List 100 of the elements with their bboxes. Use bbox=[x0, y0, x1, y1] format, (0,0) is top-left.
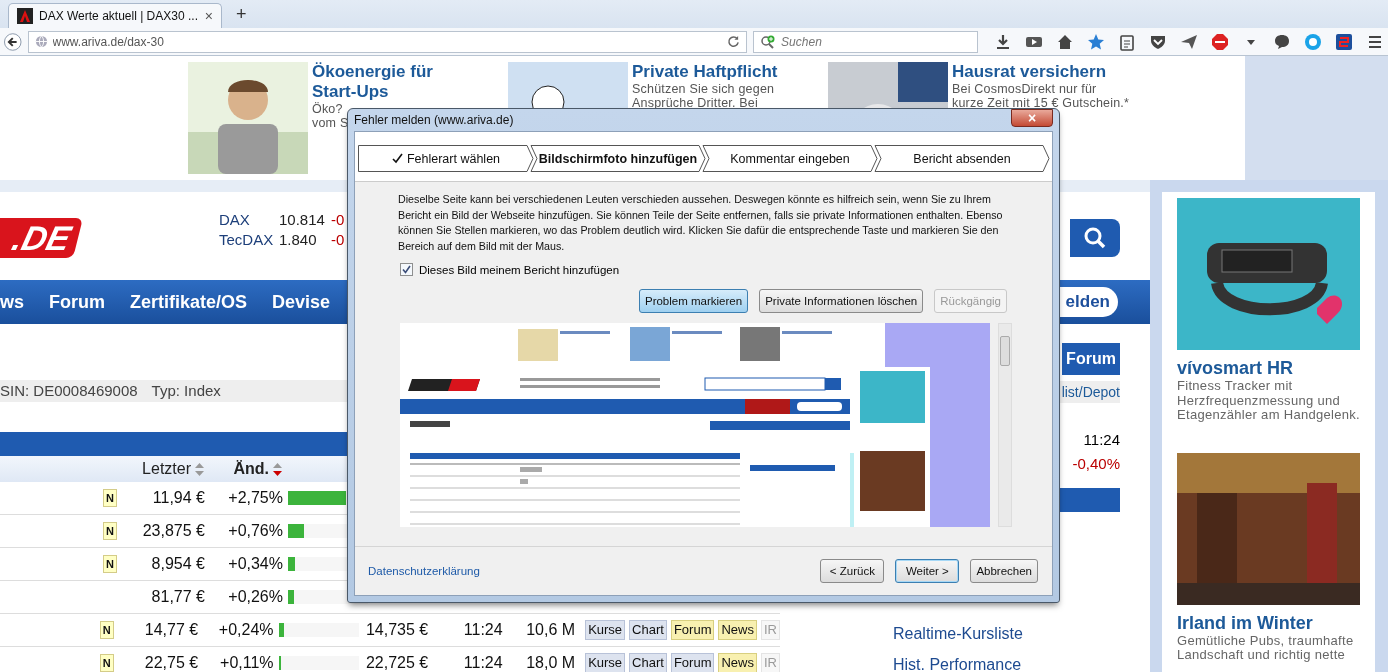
table-cell: 14,77 € bbox=[144, 621, 199, 639]
table-cell: +0,76% bbox=[228, 522, 283, 540]
news-badge[interactable]: N bbox=[103, 555, 117, 573]
quote-change: -0,40% bbox=[1071, 454, 1120, 474]
download-icon[interactable] bbox=[994, 32, 1012, 51]
table-cell: +0,11% bbox=[220, 654, 274, 672]
forum-tab[interactable]: Forum bbox=[1062, 343, 1120, 375]
index-name[interactable]: TecDAX bbox=[219, 230, 279, 250]
description-text: Dieselbe Seite kann bei verschiedenen Leuten verschieden aussehen. Deswegen könnte es hilfreich sein, wenn Sie zu Ihrem Bericht ein Bild der Webseite hinzufügen. Sie können Teile der Seite entfernen, falls sie private Informationen enthalten. Ebenso können Sie Stellen markieren, wo das Problem deutlich wird. Klicken Sie dafür die entsprechende Taste und markieren Sie den Bereich auf dem Bild mit der Maus. bbox=[398, 192, 1004, 254]
search-icon bbox=[760, 34, 777, 49]
browser-tab[interactable]: DAX Werte aktuell | DAX30 ... × bbox=[8, 3, 222, 28]
index-name[interactable]: DAX bbox=[219, 210, 279, 230]
search-button[interactable] bbox=[1070, 219, 1120, 257]
site-logo[interactable]: .DE bbox=[0, 218, 83, 258]
wizard-step[interactable]: Fehlerart wählen bbox=[358, 145, 534, 172]
quick-link[interactable]: Kurse bbox=[585, 653, 626, 672]
news-badge[interactable]: N bbox=[99, 654, 114, 672]
circle-logo-icon[interactable] bbox=[1304, 32, 1322, 51]
tool-button[interactable]: Problem markieren bbox=[638, 289, 749, 313]
nav-item[interactable]: Devise bbox=[272, 291, 331, 313]
search-field[interactable]: Suchen bbox=[781, 34, 971, 49]
ad-text: Bei CosmosDirekt nur für kurze Zeit mit 15 € Gutschein.* bbox=[952, 82, 1130, 110]
search-bar[interactable]: Suchen bbox=[753, 30, 978, 53]
paper-plane-icon[interactable] bbox=[1180, 32, 1198, 51]
clipboard-icon[interactable] bbox=[1118, 32, 1136, 51]
nav-item[interactable]: ws bbox=[0, 291, 24, 313]
table-cell: 81,77 € bbox=[151, 588, 205, 606]
wizard-step[interactable]: Bildschirmfoto hinzufügen bbox=[530, 145, 706, 172]
sidebar-link[interactable]: Hist. Performance bbox=[893, 649, 1120, 672]
table-cell-text: 14,735 € bbox=[364, 621, 429, 639]
tool-button[interactable]: Private Informationen löschen bbox=[759, 289, 924, 313]
index-change: -0 bbox=[331, 210, 345, 230]
dialog-title: Fehler melden (www.ariva.de) bbox=[354, 113, 515, 127]
dialog-button[interactable]: < Zurück bbox=[820, 559, 885, 583]
ad-title[interactable]: vívosmart HR bbox=[1177, 358, 1360, 379]
quick-link[interactable]: News bbox=[718, 653, 757, 672]
wizard-step[interactable]: Bericht absenden bbox=[874, 145, 1050, 172]
news-badge[interactable]: N bbox=[99, 621, 114, 639]
checkbox[interactable] bbox=[400, 263, 413, 276]
table-cell: 8,954 € bbox=[151, 555, 205, 573]
quick-link[interactable]: Chart bbox=[629, 653, 667, 672]
ad-title[interactable]: Irland im Winter bbox=[1177, 612, 1360, 634]
square-logo-icon[interactable] bbox=[1335, 32, 1353, 51]
address-bar[interactable]: www.ariva.de/dax-30 bbox=[27, 30, 748, 53]
news-badge[interactable]: N bbox=[103, 522, 117, 540]
url-field[interactable]: www.ariva.de/dax-30 bbox=[52, 34, 723, 49]
quick-link[interactable]: Forum bbox=[670, 653, 715, 672]
wizard-step[interactable]: Kommentar eingeben bbox=[702, 145, 878, 172]
news-badge[interactable]: N bbox=[103, 489, 117, 507]
column-header[interactable]: Änd. bbox=[233, 460, 269, 478]
ad-text: Gemütliche Pubs, traumhafte Landschaft und richtig nette bbox=[1177, 633, 1355, 663]
table-cell: +0,26% bbox=[228, 588, 283, 606]
ad-text: Fitness Tracker mit Herzfrequenzmessung und Etagenzähler am Handgelenk. bbox=[1177, 379, 1360, 423]
close-tab-button[interactable]: × bbox=[204, 8, 213, 24]
table-cell-text: 10,6 M bbox=[525, 621, 576, 639]
table-cell: +2,75% bbox=[228, 489, 283, 507]
quick-link[interactable]: News bbox=[718, 620, 757, 640]
table-cell-text: 11:24 bbox=[462, 621, 503, 639]
nav-item[interactable]: Zertifikate/OS bbox=[130, 291, 248, 313]
sort-icon[interactable] bbox=[194, 461, 205, 477]
tab-title: DAX Werte aktuell | DAX30 ... bbox=[39, 9, 199, 23]
column-header[interactable]: Letzter bbox=[142, 460, 191, 478]
dialog-button[interactable]: Abbrechen bbox=[970, 559, 1038, 583]
privacy-link[interactable]: Datenschutzerklärung bbox=[368, 565, 480, 577]
checkbox-label: Dieses Bild meinem Bericht hinzufügen bbox=[419, 263, 620, 276]
site-favicon-icon bbox=[17, 8, 33, 24]
index-value: 10.814 bbox=[279, 210, 326, 230]
sidebar-link[interactable]: Realtime-Kursliste bbox=[893, 618, 1120, 649]
star-icon[interactable] bbox=[1087, 32, 1105, 51]
ad-title[interactable]: Hausrat versichern bbox=[952, 62, 1144, 82]
isin-text: SIN: DE0008469008 bbox=[0, 381, 138, 401]
quick-link[interactable]: Forum bbox=[670, 620, 715, 640]
quote-time: 11:24 bbox=[1082, 430, 1120, 450]
tool-button: Rückgängig bbox=[934, 289, 1007, 313]
reload-icon[interactable] bbox=[727, 35, 741, 48]
scrollbar[interactable] bbox=[998, 323, 1012, 527]
table-cell: +0,24% bbox=[218, 621, 274, 639]
table-cell-text: 11:24 bbox=[462, 654, 503, 672]
quick-link[interactable]: Chart bbox=[629, 620, 667, 640]
chat-bubble-icon[interactable] bbox=[1273, 32, 1291, 51]
table-cell-text: 22,725 € bbox=[364, 654, 429, 672]
table-cell: 22,75 € bbox=[144, 654, 199, 672]
search-icon bbox=[1083, 226, 1107, 250]
new-tab-button[interactable]: + bbox=[230, 3, 253, 25]
sort-icon[interactable] bbox=[272, 461, 283, 477]
quick-link[interactable]: Kurse bbox=[585, 620, 626, 640]
index-value: 1.840 bbox=[279, 230, 318, 250]
stop-sign-icon[interactable] bbox=[1211, 32, 1229, 51]
checkmark-icon bbox=[391, 153, 403, 164]
table-cell-text: 18,0 M bbox=[525, 654, 576, 672]
home-icon[interactable] bbox=[1056, 32, 1074, 51]
table-cell: 11,94 € bbox=[152, 489, 205, 507]
ad-title[interactable]: Private Haftpflicht bbox=[632, 62, 824, 82]
dialog-button[interactable]: Weiter > bbox=[895, 559, 960, 583]
globe-icon bbox=[34, 35, 48, 48]
ad-title[interactable]: Ökoenergie für Start-Ups bbox=[312, 62, 447, 102]
back-button[interactable] bbox=[4, 32, 22, 51]
index-change: -0 bbox=[331, 230, 345, 250]
table-cell: +0,34% bbox=[228, 555, 283, 573]
nav-item[interactable]: Forum bbox=[49, 291, 105, 313]
